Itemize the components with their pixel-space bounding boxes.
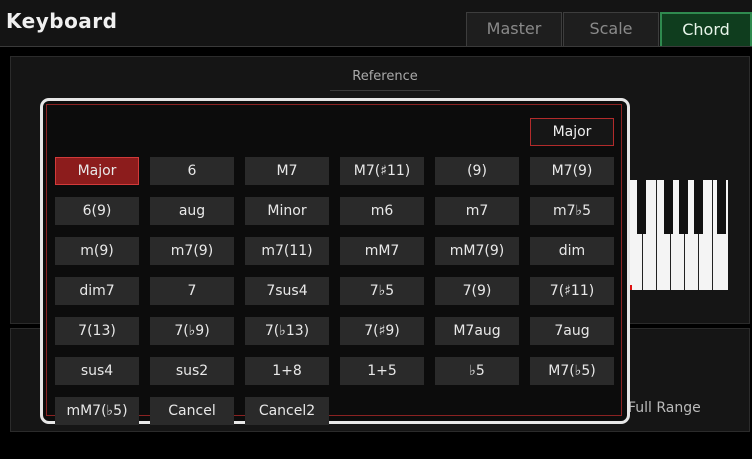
chord-button-major[interactable]: Major <box>55 157 139 185</box>
black-key[interactable] <box>694 180 703 234</box>
chord-button-cancel2[interactable]: Cancel2 <box>245 397 329 425</box>
chord-button-mm7-9[interactable]: mM7(9) <box>435 237 519 265</box>
black-key[interactable] <box>637 180 646 234</box>
reference-label: Reference <box>330 66 440 91</box>
chord-button-m7-11[interactable]: m7(11) <box>245 237 329 265</box>
chord-button-m7-9[interactable]: m7(9) <box>150 237 234 265</box>
chord-button-1-5[interactable]: 1+5 <box>340 357 424 385</box>
chord-button-6-9[interactable]: 6(9) <box>55 197 139 225</box>
top-bar: Keyboard Master Scale Chord <box>0 0 752 47</box>
chord-button-7[interactable]: 7 <box>150 277 234 305</box>
chord-button-sus4[interactable]: sus4 <box>55 357 139 385</box>
chord-button-m7-9[interactable]: M7(9) <box>530 157 614 185</box>
chord-button-7-9[interactable]: 7(9) <box>435 277 519 305</box>
white-key-divider <box>656 180 657 290</box>
chord-button-sus2[interactable]: sus2 <box>150 357 234 385</box>
chord-button-6[interactable]: 6 <box>150 157 234 185</box>
chord-button-m7[interactable]: M7 <box>245 157 329 185</box>
chord-button-minor[interactable]: Minor <box>245 197 329 225</box>
tab-chord[interactable]: Chord <box>660 12 752 46</box>
chord-button-m7-11[interactable]: M7(♯11) <box>340 157 424 185</box>
chord-button-aug[interactable]: aug <box>150 197 234 225</box>
chord-button-m7-5[interactable]: m7♭5 <box>530 197 614 225</box>
current-chord-display: Major <box>530 118 614 146</box>
chord-button-cancel[interactable]: Cancel <box>150 397 234 425</box>
chord-button-5[interactable]: ♭5 <box>435 357 519 385</box>
chord-button-m7-5[interactable]: M7(♭5) <box>530 357 614 385</box>
chord-button-m-9[interactable]: m(9) <box>55 237 139 265</box>
chord-button-m6[interactable]: m6 <box>340 197 424 225</box>
chord-button-7-9[interactable]: 7(♯9) <box>340 317 424 345</box>
chord-button-7-5[interactable]: 7♭5 <box>340 277 424 305</box>
chord-button-mm7[interactable]: mM7 <box>340 237 424 265</box>
black-key[interactable] <box>679 180 688 234</box>
chord-button-7-13[interactable]: 7(13) <box>55 317 139 345</box>
chord-button-7-11[interactable]: 7(♯11) <box>530 277 614 305</box>
chord-button-mm7-5[interactable]: mM7(♭5) <box>55 397 139 425</box>
tab-master[interactable]: Master <box>466 12 562 46</box>
tab-scale[interactable]: Scale <box>563 12 659 46</box>
piano-keyboard[interactable] <box>628 180 728 290</box>
chord-button-7sus4[interactable]: 7sus4 <box>245 277 329 305</box>
chord-button-7-13[interactable]: 7(♭13) <box>245 317 329 345</box>
chord-button-7-9[interactable]: 7(♭9) <box>150 317 234 345</box>
chord-button-7aug[interactable]: 7aug <box>530 317 614 345</box>
full-range-label: Full Range <box>628 400 701 416</box>
chord-button-m7aug[interactable]: M7aug <box>435 317 519 345</box>
black-key[interactable] <box>717 180 726 234</box>
chord-button-dim7[interactable]: dim7 <box>55 277 139 305</box>
chord-button-1-8[interactable]: 1+8 <box>245 357 329 385</box>
black-key[interactable] <box>664 180 673 234</box>
page-title: Keyboard <box>6 9 118 33</box>
chord-button-m7[interactable]: m7 <box>435 197 519 225</box>
chord-button-9[interactable]: (9) <box>435 157 519 185</box>
white-key-divider <box>712 180 713 290</box>
chord-button-dim[interactable]: dim <box>530 237 614 265</box>
